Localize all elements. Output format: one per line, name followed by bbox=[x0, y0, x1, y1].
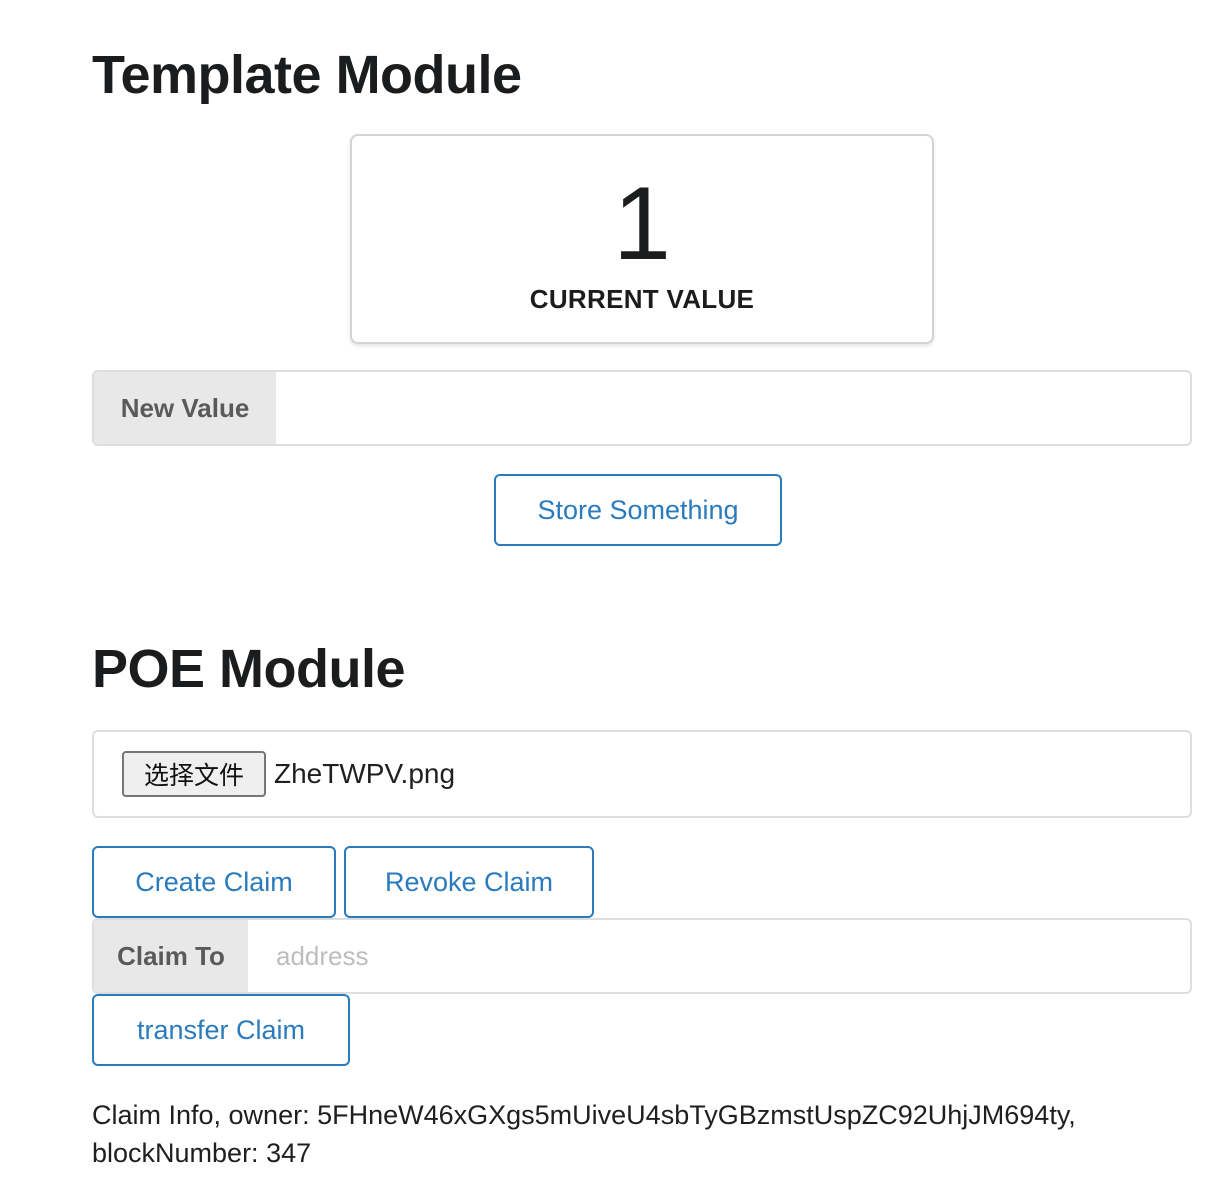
create-claim-button[interactable]: Create Claim bbox=[92, 846, 336, 918]
current-value: 1 bbox=[613, 166, 671, 282]
template-module-title: Template Module bbox=[92, 45, 522, 105]
new-value-input[interactable] bbox=[276, 372, 1190, 444]
claim-to-field: Claim To bbox=[92, 918, 1192, 994]
file-name: ZheTWPV.png bbox=[274, 758, 456, 789]
new-value-field: New Value bbox=[92, 370, 1192, 446]
poe-module-title: POE Module bbox=[92, 639, 406, 699]
page: Template Module 1 CURRENT VALUE New Valu… bbox=[0, 0, 1228, 1184]
file-input: 选择文件 ZheTWPV.png bbox=[92, 730, 1192, 818]
claim-to-label: Claim To bbox=[94, 920, 248, 992]
claim-info-owner: Claim Info, owner: 5FHneW46xGXgs5mUiveU4… bbox=[92, 1100, 1076, 1130]
current-value-label: CURRENT VALUE bbox=[529, 284, 755, 314]
choose-file-button[interactable]: 选择文件 bbox=[122, 751, 266, 797]
transfer-claim-button[interactable]: transfer Claim bbox=[92, 994, 350, 1066]
current-value-card: 1 CURRENT VALUE bbox=[350, 134, 934, 344]
new-value-label: New Value bbox=[94, 372, 276, 444]
claim-info-block-number: blockNumber: 347 bbox=[92, 1138, 312, 1168]
store-something-button[interactable]: Store Something bbox=[494, 474, 782, 546]
claim-to-input[interactable] bbox=[248, 920, 1190, 992]
claim-info: Claim Info, owner: 5FHneW46xGXgs5mUiveU4… bbox=[92, 1096, 1202, 1172]
revoke-claim-button[interactable]: Revoke Claim bbox=[344, 846, 594, 918]
